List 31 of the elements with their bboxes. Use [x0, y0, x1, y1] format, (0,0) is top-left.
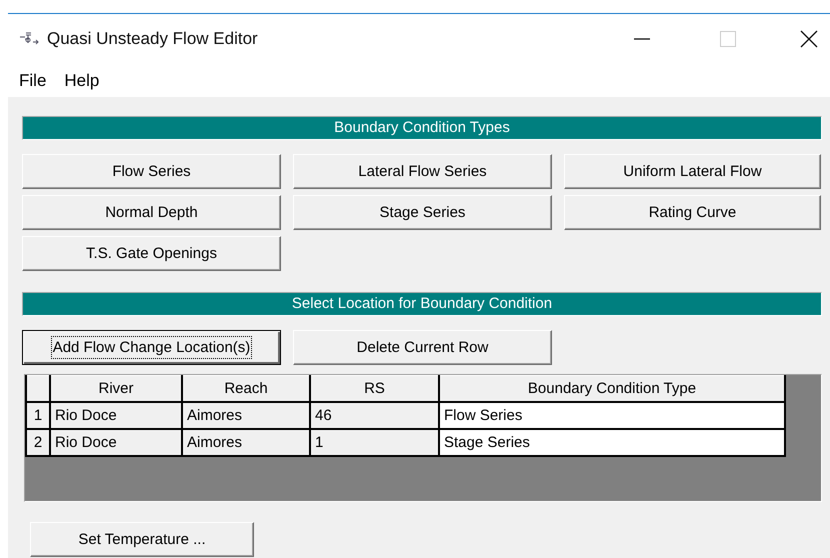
table-cell[interactable]: Flow Series	[439, 402, 785, 429]
delete-row-button[interactable]: Delete Current Row	[293, 330, 552, 365]
table-cell[interactable]: Aimores	[182, 429, 310, 456]
table-cell[interactable]: Rio Doce	[50, 429, 182, 456]
column-header[interactable]: RS	[310, 376, 439, 402]
section-header: Select Location for Boundary Condition	[22, 292, 822, 316]
table-cell[interactable]: 46	[310, 402, 439, 429]
column-header[interactable]: Boundary Condition Type	[439, 376, 785, 402]
boundary-type-button[interactable]: Normal Depth	[22, 195, 281, 230]
close-icon[interactable]	[800, 30, 818, 48]
boundary-type-button[interactable]: Flow Series	[22, 154, 281, 189]
boundary-type-button[interactable]: Rating Curve	[564, 195, 821, 230]
table-cell[interactable]: Aimores	[182, 402, 310, 429]
table-cell[interactable]: 1	[310, 429, 439, 456]
column-header[interactable]: Reach	[182, 376, 310, 402]
menu-item[interactable]: Help	[64, 70, 100, 90]
section-header: Boundary Condition Types	[22, 116, 822, 140]
boundary-type-button[interactable]: Lateral Flow Series	[293, 154, 552, 189]
column-header[interactable]: River	[50, 376, 182, 402]
table-cell[interactable]: Rio Doce	[50, 402, 182, 429]
boundary-type-button[interactable]: T.S. Gate Openings	[22, 236, 281, 271]
add-location-button[interactable]: Add Flow Change Location(s)	[22, 330, 281, 365]
boundary-type-button[interactable]: Uniform Lateral Flow	[564, 154, 821, 189]
row-number: 2	[26, 429, 50, 456]
boundary-type-button[interactable]: Stage Series	[293, 195, 552, 230]
menu-item[interactable]: File	[19, 70, 46, 90]
app-icon	[19, 31, 39, 47]
window-title: Quasi Unsteady Flow Editor	[47, 29, 258, 49]
set-temperature-button[interactable]: Set Temperature ...	[30, 522, 254, 557]
row-number: 1	[26, 402, 50, 429]
table-cell[interactable]: Stage Series	[439, 429, 785, 456]
